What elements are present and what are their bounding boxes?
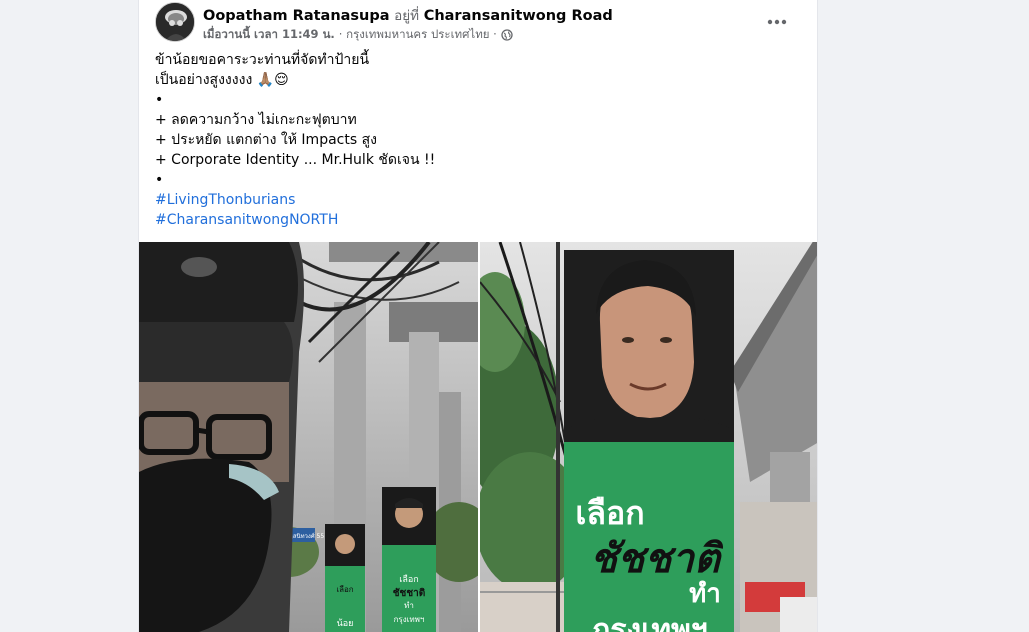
avatar[interactable] — [155, 2, 195, 42]
near-banner-text: เลือก — [399, 574, 418, 585]
banner-text-do: ทำ — [689, 579, 721, 609]
post-text-line: ข้าน้อยขอคาระวะท่านที่จัดทำป้ายนี้ — [155, 52, 370, 68]
post-text-line: • — [155, 172, 164, 188]
post-text: ข้าน้อยขอคาระวะท่านที่จัดทำป้ายนี้ เป็นอ… — [155, 50, 795, 230]
at-text: อยู่ที่ — [394, 8, 420, 24]
more-options-icon — [767, 19, 787, 25]
photo-selfie[interactable]: ซอยจรัญสนิทวงศ์ 55 เลือก น้อย เลือก ชัชช… — [139, 242, 478, 632]
near-banner-text: ทำ — [404, 601, 414, 610]
post-text-line: • — [155, 92, 164, 108]
author-name[interactable]: Oopatham Ratanasupa — [203, 8, 390, 24]
near-banner-text: ชัชชาติ — [393, 587, 425, 599]
banner-text-bangkok: กรุงเทพฯ — [592, 613, 708, 632]
hashtag-link[interactable]: #CharansanitwongNORTH — [155, 210, 795, 230]
globe-icon — [501, 29, 513, 41]
near-banner-text: กรุงเทพฯ — [394, 615, 425, 624]
post-meta: เมื่อวานนี้ เวลา 11:49 น. · กรุงเทพมหานค… — [203, 26, 513, 44]
banner-text-name: ชัชชาติ — [590, 535, 724, 582]
post-text-line: + ประหยัด แตกต่าง ให้ Impacts สูง — [155, 132, 377, 148]
author-line: Oopatham Ratanasupa อยู่ที่ Charansanitw… — [203, 4, 613, 26]
banner-text-choose: เลือก — [575, 494, 644, 532]
post-card: Oopatham Ratanasupa อยู่ที่ Charansanitw… — [138, 0, 818, 632]
post-location: · กรุงเทพมหานคร ประเทศไทย · — [338, 27, 497, 41]
post-text-line: เป็นอย่างสูงงงงง 🙏🏽😌 — [155, 72, 289, 88]
more-options-button[interactable] — [765, 10, 789, 34]
post-header: Oopatham Ratanasupa อยู่ที่ Charansanitw… — [155, 2, 803, 46]
photo-grid: ซอยจรัญสนิทวงศ์ 55 เลือก น้อย เลือก ชัชช… — [139, 242, 817, 632]
far-banner-text: น้อย — [337, 618, 354, 629]
post-time[interactable]: เมื่อวานนี้ เวลา 11:49 น. — [203, 26, 335, 44]
place-name[interactable]: Charansanitwong Road — [424, 8, 613, 24]
far-banner-text: เลือก — [336, 585, 353, 594]
photo-banner[interactable]: เลือก ชัชชาติ ทำ กรุงเทพฯ — [480, 242, 817, 632]
post-text-line: + ลดความกว้าง ไม่เกะกะฟุตบาท — [155, 112, 357, 128]
post-text-line: + Corporate Identity ... Mr.Hulk ชัดเจน … — [155, 152, 436, 168]
hashtag-link[interactable]: #LivingThonburians — [155, 190, 795, 210]
